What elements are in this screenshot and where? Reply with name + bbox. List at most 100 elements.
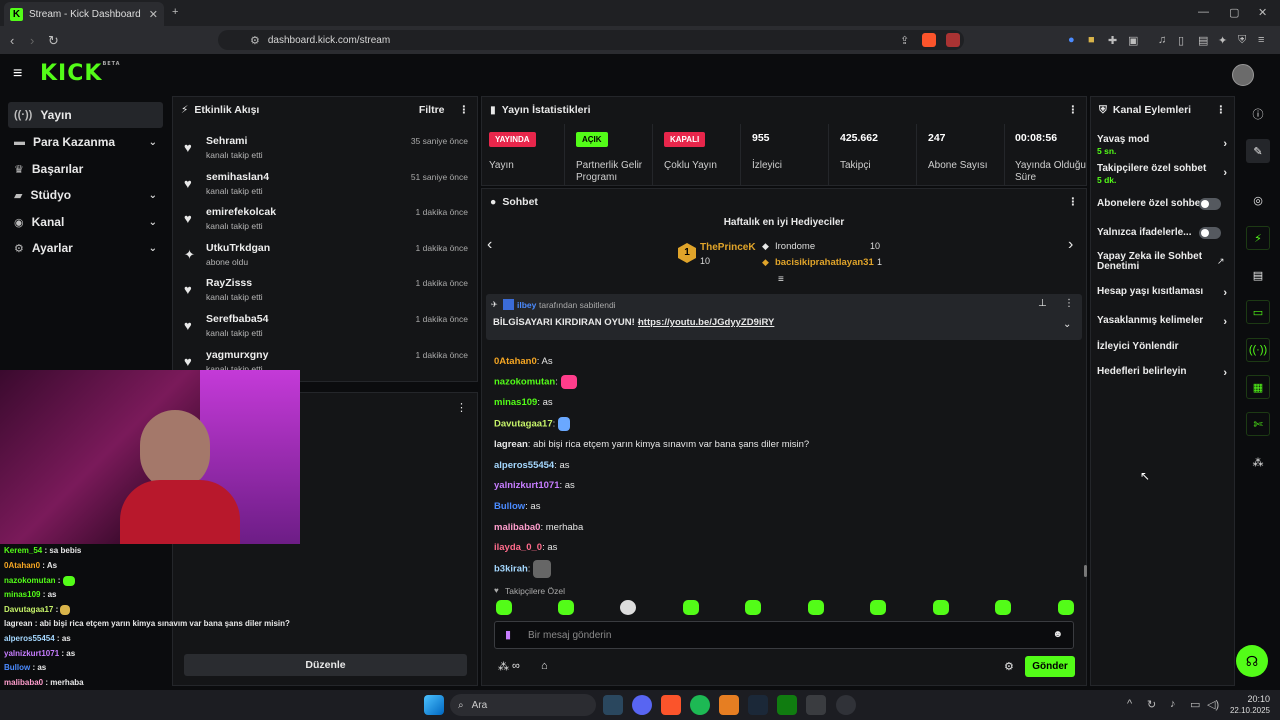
subscriber-chat-toggle[interactable] xyxy=(1199,198,1221,210)
camera-icon[interactable]: ◎ xyxy=(1246,188,1270,212)
more-options-icon[interactable]: ⋮ xyxy=(1216,104,1227,116)
event-name[interactable]: UtkuTrkdgan xyxy=(206,242,270,254)
minimize-icon[interactable]: — xyxy=(1198,6,1209,18)
microphone-icon[interactable]: ♪ xyxy=(1170,698,1176,710)
top-gifter-name[interactable]: ThePrinceK xyxy=(700,242,756,253)
extension-icon[interactable]: ● xyxy=(1068,34,1075,46)
filter-button[interactable]: Filtre xyxy=(419,104,445,116)
forward-icon[interactable]: › xyxy=(30,33,34,48)
brave-rewards-icon[interactable] xyxy=(946,33,960,47)
sidebar-item-kanal[interactable]: ◉ Kanal ⌄ xyxy=(8,209,163,235)
spotify-icon[interactable] xyxy=(690,695,710,715)
emote-icon[interactable] xyxy=(558,600,574,615)
event-name[interactable]: Sehrami xyxy=(206,135,247,147)
more-options-icon[interactable]: ⋮ xyxy=(459,104,470,116)
send-button[interactable]: Gönder xyxy=(1025,656,1075,677)
account-age-item[interactable]: Hesap yaşı kısıtlaması › xyxy=(1097,286,1227,299)
emote-icon[interactable] xyxy=(933,600,949,615)
chat-user[interactable]: nazokomutan xyxy=(494,377,555,388)
clock-date[interactable]: 22.10.2025 xyxy=(1224,706,1270,715)
share-icon[interactable]: ⇪ xyxy=(900,34,909,47)
obs-icon[interactable] xyxy=(836,695,856,715)
leo-ai-icon[interactable]: ✦ xyxy=(1218,34,1227,47)
slow-mode-item[interactable]: Yavaş mod 5 sn. › xyxy=(1097,134,1227,156)
mic-icon[interactable]: ▮ xyxy=(505,628,511,641)
external-link-icon[interactable]: ↗ xyxy=(1217,256,1225,267)
sidebar-toggle-icon[interactable]: ▯ xyxy=(1178,34,1184,47)
close-tab-icon[interactable]: ✕ xyxy=(149,8,158,21)
chevron-down-icon[interactable]: ⌄ xyxy=(1063,319,1071,330)
taskbar-search[interactable]: ⌕ Ara xyxy=(450,694,596,716)
event-name[interactable]: Serefbaba54 xyxy=(206,313,268,325)
discord-icon[interactable] xyxy=(632,695,652,715)
pin-toggle-icon[interactable]: ⊥ xyxy=(1038,298,1047,309)
lightning-icon[interactable]: ⚡ xyxy=(1246,226,1270,250)
chat-input-box[interactable]: ▮ Bir mesaj gönderin ☻ xyxy=(494,621,1074,649)
network-icon[interactable]: ▭ xyxy=(1190,698,1200,711)
sidebar-item-studyo[interactable]: ▰ Stüdyo ⌄ xyxy=(8,182,163,208)
event-name[interactable]: yagmurxgny xyxy=(206,349,268,361)
chat-user[interactable]: minas109 xyxy=(494,397,537,408)
steam-2-icon[interactable] xyxy=(748,695,768,715)
broadcast-icon[interactable]: ((·)) xyxy=(1246,338,1270,362)
emote-icon[interactable] xyxy=(1058,600,1074,615)
sidebar-item-para-kazanma[interactable]: ▬ Para Kazanma ⌄ xyxy=(8,129,163,155)
collapse-icon[interactable]: ≡ xyxy=(778,274,784,285)
chevron-right-icon[interactable]: › xyxy=(1068,236,1073,254)
store-icon[interactable]: ⌂ xyxy=(541,660,548,672)
gifter2-name[interactable]: Irondome xyxy=(775,241,815,252)
screenshot-icon[interactable]: ▣ xyxy=(1128,34,1138,47)
more-options-icon[interactable]: ⋮ xyxy=(456,401,467,414)
channel-points-icon[interactable]: ⁂ xyxy=(498,660,509,673)
clock-time[interactable]: 20:10 xyxy=(1240,694,1270,704)
puzzle-icon[interactable]: ✚ xyxy=(1108,34,1117,47)
reload-icon[interactable]: ↻ xyxy=(48,33,59,49)
app-2-icon[interactable] xyxy=(806,695,826,715)
browser-tab[interactable]: K Stream - Kick Dashboard ✕ xyxy=(4,2,164,26)
chat-scrollbar[interactable] xyxy=(1084,565,1087,577)
maximize-icon[interactable]: ▢ xyxy=(1229,6,1239,19)
chat-input[interactable]: Bir mesaj gönderin xyxy=(528,630,611,641)
chat-user[interactable]: yalnizkurt1071 xyxy=(494,480,559,491)
event-name[interactable]: RayZisss xyxy=(206,277,252,289)
emote-icon[interactable] xyxy=(808,600,824,615)
emote-icon[interactable] xyxy=(620,600,636,615)
vpn-icon[interactable]: ⛨ xyxy=(1238,34,1246,47)
more-options-icon[interactable]: ⋮ xyxy=(1068,104,1079,116)
emote-icon[interactable] xyxy=(745,600,761,615)
gifter3-name[interactable]: bacisikiprahatlayan31 xyxy=(775,257,874,268)
emote-icon[interactable] xyxy=(995,600,1011,615)
emote-icon[interactable] xyxy=(496,600,512,615)
infinity-icon[interactable]: ∞ xyxy=(512,660,520,672)
tray-sync-icon[interactable]: ↻ xyxy=(1147,698,1156,711)
excel-icon[interactable] xyxy=(777,695,797,715)
raid-item[interactable]: İzleyici Yönlendir xyxy=(1097,341,1227,352)
tray-chevron-icon[interactable]: ^ xyxy=(1127,698,1132,710)
support-headset-icon[interactable]: ☊ xyxy=(1236,645,1268,677)
menu-icon[interactable]: ≡ xyxy=(1258,34,1264,46)
wallet-icon[interactable]: ▤ xyxy=(1198,34,1208,47)
goals-item[interactable]: Hedefleri belirleyin › xyxy=(1097,366,1227,379)
edit-icon[interactable]: ✎ xyxy=(1246,139,1270,163)
chat-settings-icon[interactable]: ⚙ xyxy=(1004,660,1014,673)
media-icon[interactable]: ♫ xyxy=(1158,34,1166,46)
url-field[interactable]: ⚙ dashboard.kick.com/stream xyxy=(218,30,964,50)
pinned-by-user[interactable]: ilbey xyxy=(517,300,536,310)
chat-user[interactable]: b3kirah xyxy=(494,564,528,575)
follower-chat-item[interactable]: Takipçilere özel sohbet 5 dk. › xyxy=(1097,163,1227,185)
window-close-icon[interactable]: ✕ xyxy=(1258,6,1267,19)
chevron-left-icon[interactable]: ‹ xyxy=(487,236,492,254)
emote-icon[interactable] xyxy=(870,600,886,615)
document-icon[interactable]: ▤ xyxy=(1246,263,1270,287)
more-options-icon[interactable]: ⋮ xyxy=(1064,298,1074,309)
edit-button[interactable]: Düzenle xyxy=(184,654,467,676)
kick-logo[interactable]: KICKBETA xyxy=(40,61,121,86)
wrench-icon[interactable]: ✄ xyxy=(1246,412,1270,436)
hamburger-menu-icon[interactable]: ≡ xyxy=(13,65,22,83)
volume-icon[interactable]: ◁) xyxy=(1207,698,1219,711)
chat-user[interactable]: ilayda_0_0 xyxy=(494,542,542,553)
brave-icon[interactable] xyxy=(661,695,681,715)
info-icon[interactable]: ⓘ xyxy=(1246,102,1270,126)
event-name[interactable]: emirefekolcak xyxy=(206,206,276,218)
sidebar-item-yayin[interactable]: ((·)) Yayın xyxy=(8,102,163,128)
